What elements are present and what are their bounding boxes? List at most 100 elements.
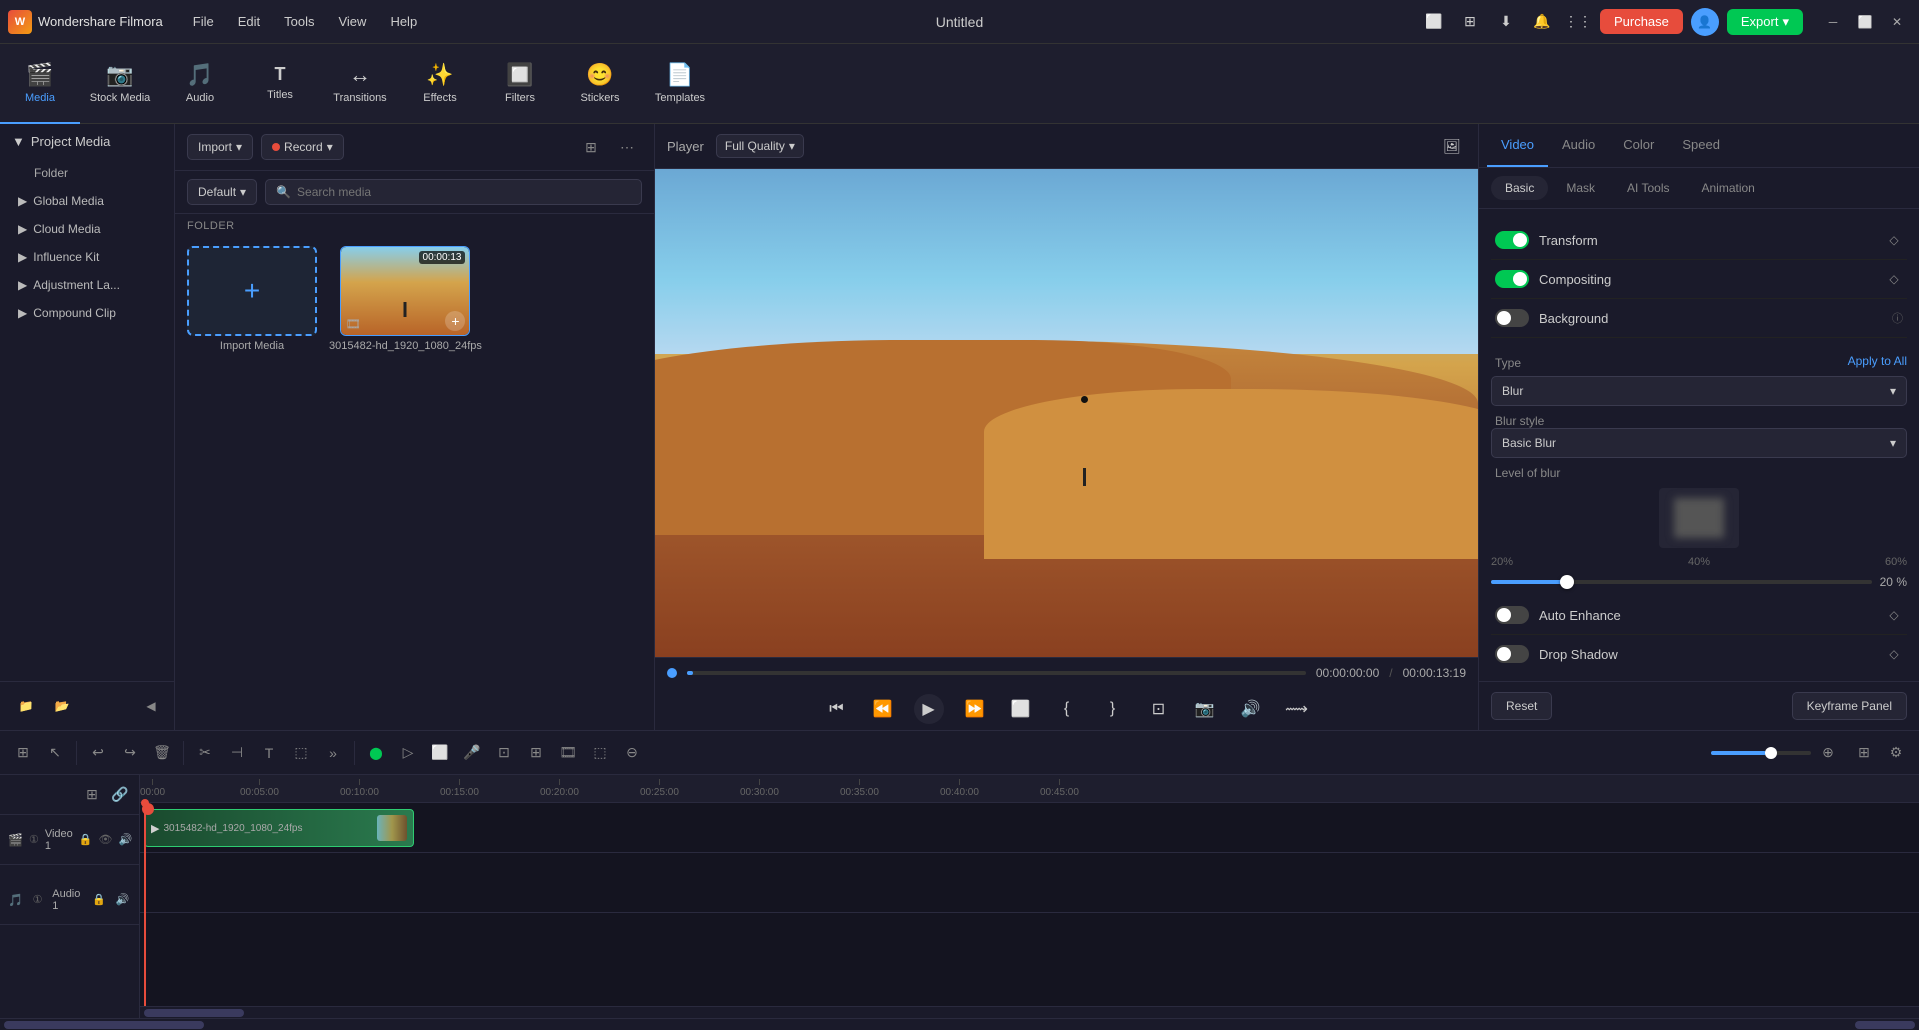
sidebar-compound-clip[interactable]: ▶ Compound Clip	[6, 300, 168, 326]
trim-button[interactable]: ⊣	[222, 738, 252, 768]
grid-icon[interactable]: ⋮⋮	[1564, 8, 1592, 36]
video-volume-icon[interactable]: 🔊	[118, 830, 132, 850]
apply-to-all-button[interactable]: Apply to All	[1848, 354, 1907, 368]
audio-button[interactable]: 🔊	[1236, 694, 1266, 724]
auto-enhance-toggle[interactable]	[1495, 606, 1529, 624]
snapshot-button[interactable]: 📷	[1190, 694, 1220, 724]
add-smart-folder-button[interactable]: 📂	[48, 692, 76, 720]
toolbar-transitions[interactable]: ↔ Transitions	[320, 44, 400, 124]
picture-in-picture-button[interactable]: ⬚	[585, 738, 615, 768]
toolbar-stock-media[interactable]: 📷 Stock Media	[80, 44, 160, 124]
sidebar-adjustment-layer[interactable]: ▶ Adjustment La...	[6, 272, 168, 298]
redo-button[interactable]: ↪	[115, 738, 145, 768]
default-select[interactable]: Default ▾	[187, 179, 257, 205]
toolbar-templates[interactable]: 📄 Templates	[640, 44, 720, 124]
collapse-sidebar-button[interactable]: ◀	[140, 695, 162, 717]
menu-help[interactable]: Help	[380, 10, 427, 33]
auto-enhance-keyframe-icon[interactable]: ◇	[1885, 606, 1903, 624]
search-input[interactable]	[297, 185, 631, 199]
audio-detach-button[interactable]: 🎤	[457, 738, 487, 768]
zoom-track[interactable]	[1711, 751, 1811, 755]
subtab-animation[interactable]: Animation	[1687, 176, 1768, 200]
timeline-playhead[interactable]	[144, 803, 146, 1006]
sort-icon[interactable]: ⊞	[576, 132, 606, 162]
audio-volume-btn[interactable]: 🔊	[114, 890, 131, 910]
compositing-keyframe-icon[interactable]: ◇	[1885, 270, 1903, 288]
blur-slider-track[interactable]	[1491, 580, 1872, 584]
add-track-icon[interactable]: ⊞	[81, 784, 103, 806]
toolbar-media[interactable]: 🎬 Media	[0, 44, 80, 124]
blur-style-select[interactable]: Basic Blur ▾	[1491, 428, 1907, 458]
sidebar-cloud-media[interactable]: ▶ Cloud Media	[6, 216, 168, 242]
bottom-scroll-thumb[interactable]	[4, 1021, 204, 1029]
smart-cutout-button[interactable]: ⬤	[361, 738, 391, 768]
undo-button[interactable]: ↩	[83, 738, 113, 768]
sidebar-folder[interactable]: Folder	[6, 160, 168, 186]
progress-track[interactable]	[687, 671, 1306, 675]
record-button[interactable]: Record ▾	[261, 134, 344, 160]
subtab-basic[interactable]: Basic	[1491, 176, 1548, 200]
silence-detect-button[interactable]: ⬜	[425, 738, 455, 768]
tab-color[interactable]: Color	[1609, 124, 1668, 167]
video-thumb-box[interactable]: 00:00:13 🎞 +	[340, 246, 470, 336]
crop-button[interactable]: ⬚	[286, 738, 316, 768]
toolbar-titles[interactable]: T Titles	[240, 44, 320, 124]
settings-button[interactable]: ⚙	[1881, 738, 1911, 768]
video-thumb[interactable]: 00:00:13 🎞 + 3015482-hd_1920_1080_24fps	[329, 246, 482, 722]
monitor-icon[interactable]: ⬜	[1420, 8, 1448, 36]
menu-tools[interactable]: Tools	[274, 10, 324, 33]
compositing-toggle[interactable]	[1495, 270, 1529, 288]
add-folder-button[interactable]: 📁	[12, 692, 40, 720]
purchase-button[interactable]: Purchase	[1600, 9, 1683, 34]
film-roll-button[interactable]: 🎞	[553, 738, 583, 768]
audio-lock-icon[interactable]: 🔒	[90, 890, 107, 910]
more-tools[interactable]: »	[318, 738, 348, 768]
download-icon[interactable]: ⬇	[1492, 8, 1520, 36]
blur-type-select[interactable]: Blur ▾	[1491, 376, 1907, 406]
menu-edit[interactable]: Edit	[228, 10, 270, 33]
toolbar-audio[interactable]: 🎵 Audio	[160, 44, 240, 124]
select-tool[interactable]: ↖	[40, 738, 70, 768]
avatar[interactable]: 👤	[1691, 8, 1719, 36]
minimize-button[interactable]: ─	[1819, 8, 1847, 36]
toolbar-effects[interactable]: ✨ Effects	[400, 44, 480, 124]
quality-select[interactable]: Full Quality ▾	[716, 134, 804, 158]
import-button[interactable]: Import ▾	[187, 134, 253, 160]
zoom-thumb[interactable]	[1765, 747, 1777, 759]
subtab-mask[interactable]: Mask	[1552, 176, 1609, 200]
cut-button[interactable]: ✂	[190, 738, 220, 768]
search-box[interactable]: 🔍	[265, 179, 642, 205]
fast-forward-button[interactable]: ⏩	[960, 694, 990, 724]
snapshot-icon[interactable]: 🖼	[1438, 132, 1466, 160]
playhead-dot[interactable]	[667, 668, 677, 678]
drop-shadow-keyframe-icon[interactable]: ◇	[1885, 645, 1903, 663]
background-toggle[interactable]	[1495, 309, 1529, 327]
link-track-icon[interactable]: 🔗	[109, 784, 131, 806]
video-clip[interactable]: ▶ 3015482-hd_1920_1080_24fps	[144, 809, 414, 847]
mark-out-button[interactable]: }	[1098, 694, 1128, 724]
transform-toggle[interactable]	[1495, 231, 1529, 249]
maximize-button[interactable]: ⬜	[1851, 8, 1879, 36]
transform-keyframe-icon[interactable]: ◇	[1885, 231, 1903, 249]
timeline-scroll-thumb[interactable]	[144, 1009, 244, 1017]
export-button[interactable]: Export ▾	[1727, 9, 1803, 35]
auto-caption-button[interactable]: ⊡	[489, 738, 519, 768]
subtab-ai-tools[interactable]: AI Tools	[1613, 176, 1683, 200]
motion-track-button[interactable]: ▷	[393, 738, 423, 768]
keyframe-panel-button[interactable]: Keyframe Panel	[1792, 692, 1907, 720]
tab-audio[interactable]: Audio	[1548, 124, 1609, 167]
more-options-icon[interactable]: ⋯	[612, 132, 642, 162]
import-media-box[interactable]: +	[187, 246, 317, 336]
import-media-thumb[interactable]: + Import Media	[187, 246, 317, 722]
sidebar-influence-kit[interactable]: ▶ Influence Kit	[6, 244, 168, 270]
sidebar-global-media[interactable]: ▶ Global Media	[6, 188, 168, 214]
layout-options-button[interactable]: ⊞	[1849, 738, 1879, 768]
menu-view[interactable]: View	[328, 10, 376, 33]
video-lock-icon[interactable]: 🔒	[79, 830, 93, 850]
close-button[interactable]: ✕	[1883, 8, 1911, 36]
clip-marker-button[interactable]: ⊡	[1144, 694, 1174, 724]
project-media-header[interactable]: ▼ Project Media	[0, 124, 174, 159]
layout-icon[interactable]: ⊞	[1456, 8, 1484, 36]
tab-speed[interactable]: Speed	[1668, 124, 1734, 167]
split-view-button[interactable]: ⟿	[1282, 694, 1312, 724]
